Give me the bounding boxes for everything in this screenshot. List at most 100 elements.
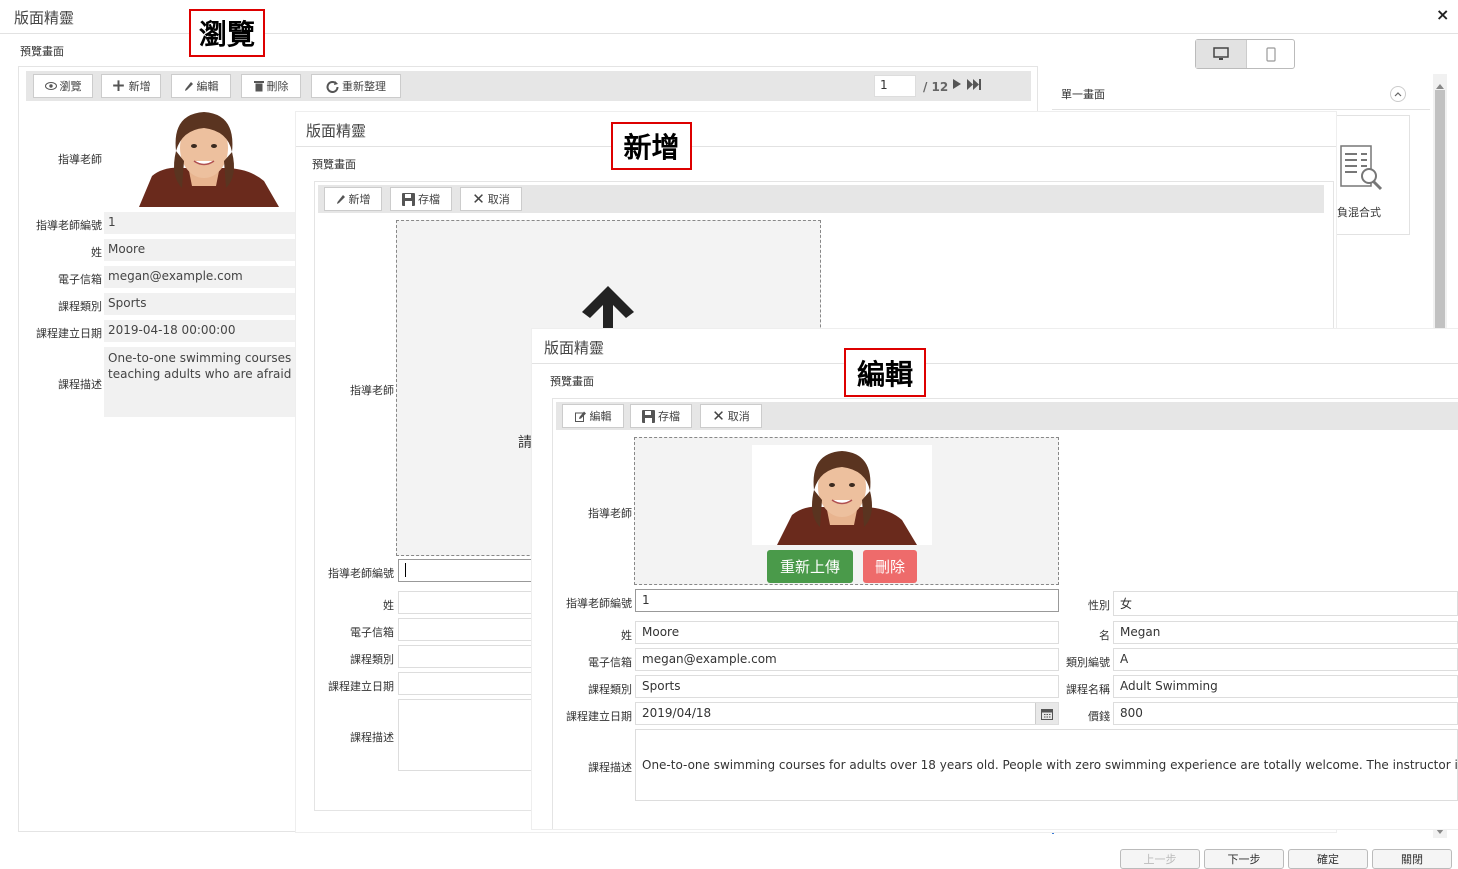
add-created-label: 課程建立日期	[328, 680, 394, 693]
close-icon: ✕	[472, 190, 485, 208]
reupload-button[interactable]: 重新上傳	[767, 550, 853, 583]
floppy-icon	[402, 192, 415, 206]
add-new-button[interactable]: 新增	[324, 187, 382, 211]
desktop-icon[interactable]	[1196, 40, 1246, 68]
scroll-up-icon[interactable]	[1436, 78, 1444, 92]
layout-card[interactable]: 負混合式	[1330, 115, 1410, 235]
edit-button[interactable]: 編輯	[171, 74, 231, 98]
edit-teacher-id-input[interactable]: 1	[635, 589, 1059, 612]
close-button[interactable]: 關閉	[1372, 849, 1452, 869]
given-label: 名	[1099, 629, 1110, 642]
add-subtitle: 預覽畫面	[312, 158, 356, 171]
main-dialog-title: 版面精靈	[14, 9, 75, 27]
course-name-input[interactable]: Adult Swimming	[1113, 675, 1458, 698]
desc-label: 課程描述	[58, 378, 102, 391]
prev-step-button[interactable]: 上一步	[1120, 849, 1200, 869]
trash-icon	[253, 81, 264, 92]
add-desc-label: 課程描述	[350, 731, 394, 744]
created-label: 課程建立日期	[36, 327, 102, 340]
page-total: / 12	[923, 80, 949, 94]
plus-icon: +	[111, 75, 126, 96]
add-panel-title: 版面精靈	[306, 122, 367, 140]
edit-icon	[574, 411, 586, 422]
page-input[interactable]: 1	[874, 75, 916, 97]
photo-delete-button[interactable]: 刪除	[863, 550, 917, 583]
refresh-icon	[326, 80, 339, 93]
floppy-icon	[642, 409, 655, 423]
edit-created-input[interactable]: 2019/04/18	[635, 702, 1059, 725]
edit-teacher-photo	[752, 445, 932, 545]
desc-value: One-to-one swimming courses fo teaching …	[104, 347, 296, 417]
last-page-icon[interactable]	[967, 79, 982, 93]
teacher-id-label: 指導老師編號	[36, 219, 102, 232]
edit-email-input[interactable]: megan@example.com	[635, 648, 1059, 671]
edit-surname-label: 姓	[621, 629, 632, 642]
layout-card-label: 負混合式	[1337, 206, 1381, 219]
add-teacher-id-label: 指導老師編號	[328, 567, 394, 580]
edit-desc-label: 課程描述	[588, 761, 632, 774]
edit-panel-title: 版面精靈	[544, 339, 605, 357]
surname-value: Moore	[104, 239, 296, 261]
price-input[interactable]: 800	[1113, 702, 1458, 725]
edit-teacher-id-label: 指導老師編號	[566, 597, 632, 610]
edit-email-label: 電子信箱	[588, 656, 632, 669]
delete-button[interactable]: 刪除	[241, 74, 301, 98]
mobile-icon[interactable]	[1246, 40, 1294, 68]
email-label: 電子信箱	[58, 273, 102, 286]
teacher-id-value: 1	[104, 212, 296, 234]
category-value: Sports	[104, 293, 296, 315]
category-label: 課程類別	[58, 300, 102, 313]
refresh-button[interactable]: 重新整理	[311, 74, 401, 98]
edit-callout: 編輯	[844, 348, 926, 397]
edit-cancel-button[interactable]: ✕ 取消	[700, 404, 762, 428]
surname-label: 姓	[91, 246, 102, 259]
edit-subtitle: 預覽畫面	[550, 375, 594, 388]
edit-title-divider	[532, 363, 1458, 364]
collapse-icon[interactable]	[1390, 86, 1406, 102]
edit-surname-input[interactable]: Moore	[635, 621, 1059, 644]
device-toggle	[1195, 39, 1295, 69]
pencil-icon	[336, 194, 345, 204]
gender-label: 性別	[1088, 599, 1110, 612]
eye-icon	[44, 82, 57, 90]
next-page-icon[interactable]	[952, 78, 962, 93]
teacher-label: 指導老師	[58, 153, 102, 166]
form-icon	[1339, 144, 1383, 195]
edit-category-label: 課程類別	[588, 683, 632, 696]
given-input[interactable]: Megan	[1113, 621, 1458, 644]
add-title-divider	[296, 146, 1336, 147]
edit-created-label: 課程建立日期	[566, 710, 632, 723]
browse-button[interactable]: 瀏覽	[33, 74, 93, 98]
teacher-photo	[124, 106, 284, 207]
add-button[interactable]: + 新增	[101, 74, 161, 98]
preview-subtitle: 預覽畫面	[20, 45, 64, 58]
single-screen-title: 單一畫面	[1061, 88, 1105, 101]
ok-button[interactable]: 確定	[1288, 849, 1368, 869]
close-icon[interactable]: ×	[1436, 5, 1449, 24]
add-teacher-label: 指導老師	[350, 384, 394, 397]
upload-hint: 請	[518, 435, 532, 451]
add-category-label: 課程類別	[350, 653, 394, 666]
next-step-button[interactable]: 下一步	[1204, 849, 1284, 869]
add-callout: 新增	[611, 122, 692, 170]
add-cancel-button[interactable]: ✕ 取消	[460, 187, 522, 211]
category-id-label: 類別編號	[1066, 656, 1110, 669]
edit-edit-button[interactable]: 編輯	[562, 404, 624, 428]
calendar-icon[interactable]	[1035, 703, 1058, 724]
pencil-icon	[184, 81, 193, 91]
category-id-input[interactable]: A	[1113, 648, 1458, 671]
single-screen-header	[1052, 74, 1430, 110]
close-icon: ✕	[712, 407, 725, 425]
edit-category-input[interactable]: Sports	[635, 675, 1059, 698]
add-email-label: 電子信箱	[350, 626, 394, 639]
browse-callout: 瀏覽	[189, 9, 265, 57]
add-surname-label: 姓	[383, 599, 394, 612]
edit-save-button[interactable]: 存檔	[630, 404, 692, 428]
add-save-button[interactable]: 存檔	[390, 187, 452, 211]
course-name-label: 課程名稱	[1066, 683, 1110, 696]
created-value: 2019-04-18 00:00:00	[104, 320, 296, 342]
edit-desc-input[interactable]: One-to-one swimming courses for adults o…	[635, 729, 1458, 801]
scrollbar-thumb[interactable]	[1435, 90, 1445, 328]
gender-input[interactable]: 女	[1113, 591, 1458, 616]
email-value: megan@example.com	[104, 266, 296, 288]
